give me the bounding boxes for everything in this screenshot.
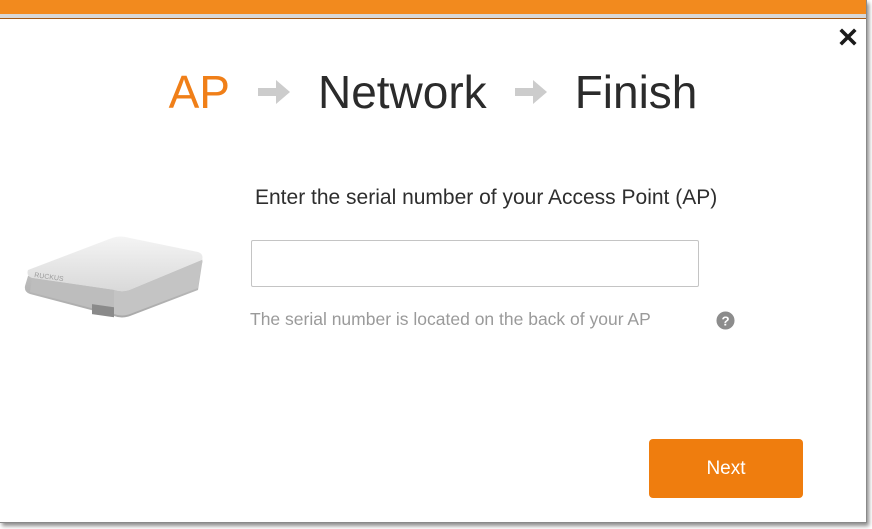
serial-instruction: Enter the serial number of your Access P…: [255, 186, 718, 209]
svg-text:?: ?: [721, 313, 729, 328]
arrow-right-icon: [514, 80, 547, 104]
close-icon[interactable]: [838, 27, 858, 47]
question-circle-icon[interactable]: ?: [716, 311, 735, 330]
next-button[interactable]: Next: [649, 439, 803, 498]
serial-hint: The serial number is located on the back…: [250, 309, 651, 329]
step-network: Network: [317, 66, 487, 118]
step-ap: AP: [168, 66, 230, 118]
serial-number-input[interactable]: [251, 240, 699, 287]
setup-dialog: AP Network Finish RUCKUS Enter the seria…: [0, 0, 867, 523]
step-finish: Finish: [574, 66, 698, 118]
access-point-image: RUCKUS: [24, 236, 203, 318]
arrow-right-icon: [257, 80, 290, 104]
dialog-top-bar: [0, 0, 866, 19]
wizard-steps: AP Network Finish: [0, 60, 866, 124]
